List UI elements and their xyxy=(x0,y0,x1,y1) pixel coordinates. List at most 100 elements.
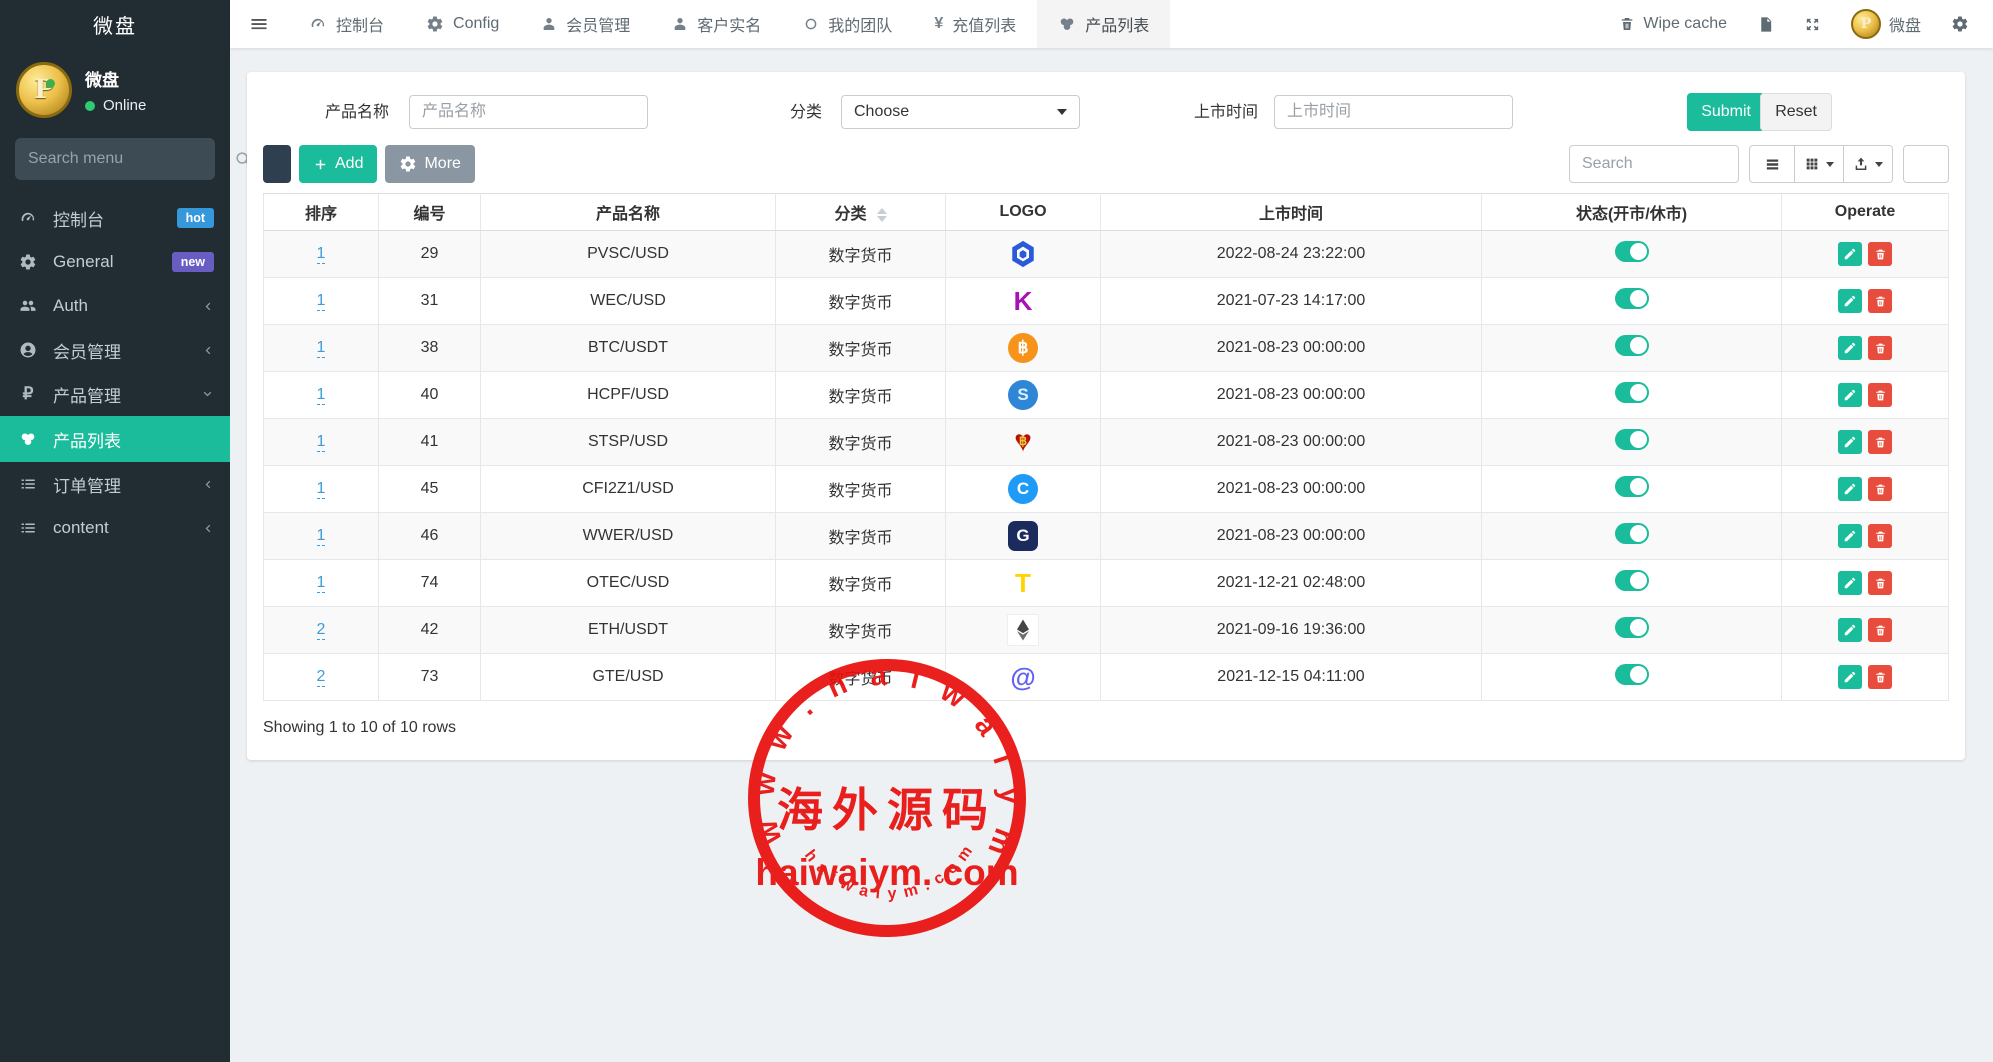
sort-carets-icon[interactable] xyxy=(877,208,887,222)
submit-button[interactable]: Submit xyxy=(1687,93,1765,131)
export-icon xyxy=(1853,156,1869,172)
status-toggle-on[interactable] xyxy=(1615,382,1649,403)
nav-tab-充值列表[interactable]: ¥充值列表 xyxy=(913,0,1037,48)
sidebar-item-产品列表[interactable]: 产品列表 xyxy=(0,416,230,462)
delete-button[interactable] xyxy=(1868,242,1892,266)
edit-button[interactable] xyxy=(1838,524,1862,548)
edit-button[interactable] xyxy=(1838,477,1862,501)
edit-button[interactable] xyxy=(1838,336,1862,360)
nav-tab-我的团队[interactable]: 我的团队 xyxy=(782,0,913,48)
cell-listing-time: 2021-08-23 00:00:00 xyxy=(1101,466,1482,513)
sort-value-link[interactable]: 2 xyxy=(317,668,326,687)
column-header-label: LOGO xyxy=(999,203,1046,220)
edit-button[interactable] xyxy=(1838,430,1862,454)
cell-listing-time: 2021-08-23 00:00:00 xyxy=(1101,419,1482,466)
sort-value-link[interactable]: 1 xyxy=(317,386,326,405)
paging-toggle-icon[interactable] xyxy=(1749,145,1795,183)
delete-button[interactable] xyxy=(1868,618,1892,642)
edit-button[interactable] xyxy=(1838,571,1862,595)
export-dropdown-button[interactable] xyxy=(1844,145,1893,183)
cell-operate xyxy=(1782,325,1949,372)
edit-button[interactable] xyxy=(1838,289,1862,313)
sort-value-link[interactable]: 1 xyxy=(317,245,326,264)
columns-dropdown-button[interactable] xyxy=(1795,145,1844,183)
status-toggle-on[interactable] xyxy=(1615,335,1649,356)
delete-button[interactable] xyxy=(1868,289,1892,313)
cell-product-name: OTEC/USD xyxy=(481,560,776,607)
listing-time-input[interactable] xyxy=(1274,95,1513,129)
table-search-input[interactable] xyxy=(1569,145,1739,183)
sidebar-item-产品管理[interactable]: ₽产品管理 xyxy=(0,372,230,416)
brand-title: 微盘 xyxy=(0,0,230,48)
sidebar-search-input[interactable] xyxy=(28,150,235,168)
add-button[interactable]: Add xyxy=(299,145,377,183)
sort-value-link[interactable]: 2 xyxy=(317,621,326,640)
otec-t-logo: T xyxy=(1008,568,1038,598)
sidebar-item-会员管理[interactable]: 会员管理 xyxy=(0,328,230,372)
nav-tab-产品列表[interactable]: 产品列表 xyxy=(1037,0,1170,48)
sort-value-link[interactable]: 1 xyxy=(317,339,326,358)
cell-sort: 1 xyxy=(264,278,379,325)
sidebar-item-订单管理[interactable]: 订单管理 xyxy=(0,462,230,506)
fullscreen-icon[interactable] xyxy=(1804,16,1821,33)
edit-button[interactable] xyxy=(1838,242,1862,266)
user-icon xyxy=(672,16,688,32)
language-icon[interactable] xyxy=(1757,16,1774,33)
wipe-cache-button[interactable]: Wipe cache xyxy=(1619,15,1727,33)
column-header-label: 上市时间 xyxy=(1259,206,1323,223)
gears-icon[interactable] xyxy=(1951,15,1969,33)
nav-tab-会员管理[interactable]: 会员管理 xyxy=(520,0,651,48)
refresh-button[interactable] xyxy=(263,145,291,183)
sidebar-item-label: 产品管理 xyxy=(53,382,121,407)
edit-button[interactable] xyxy=(1838,618,1862,642)
pvsc-hexagon-logo xyxy=(1008,239,1038,269)
navbar-user[interactable]: P 微盘 xyxy=(1851,9,1921,39)
gear-icon xyxy=(399,155,417,173)
delete-button[interactable] xyxy=(1868,571,1892,595)
chevron-left-icon xyxy=(201,478,214,491)
delete-button[interactable] xyxy=(1868,430,1892,454)
delete-button[interactable] xyxy=(1868,336,1892,360)
sort-value-link[interactable]: 1 xyxy=(317,433,326,452)
cell-product-name: PVSC/USD xyxy=(481,231,776,278)
gauge-icon xyxy=(16,209,40,227)
sort-value-link[interactable]: 1 xyxy=(317,527,326,546)
nav-tab-控制台[interactable]: 控制台 xyxy=(288,0,405,48)
edit-button[interactable] xyxy=(1838,383,1862,407)
reset-button[interactable]: Reset xyxy=(1760,93,1832,131)
status-toggle-on[interactable] xyxy=(1615,476,1649,497)
sidebar-item-label: Auth xyxy=(53,296,88,316)
sidebar-item-General[interactable]: Generalnew xyxy=(0,240,230,284)
edit-button[interactable] xyxy=(1838,665,1862,689)
hamburger-menu-icon[interactable] xyxy=(230,0,288,48)
status-toggle-on[interactable] xyxy=(1615,570,1649,591)
sort-value-link[interactable]: 1 xyxy=(317,292,326,311)
delete-button[interactable] xyxy=(1868,665,1892,689)
nav-tab-客户实名[interactable]: 客户实名 xyxy=(651,0,782,48)
delete-button[interactable] xyxy=(1868,524,1892,548)
column-header-4[interactable]: 分类 xyxy=(776,194,946,231)
table-row: 273GTE/USD数字货币@2021-12-15 04:11:00 xyxy=(264,654,1949,701)
delete-button[interactable] xyxy=(1868,477,1892,501)
trash-icon xyxy=(1619,16,1635,32)
nav-tab-Config[interactable]: Config xyxy=(405,0,520,48)
cell-category: 数字货币 xyxy=(776,513,946,560)
category-select[interactable]: Choose xyxy=(841,95,1080,129)
cell-category: 数字货币 xyxy=(776,607,946,654)
status-toggle-on[interactable] xyxy=(1615,664,1649,685)
sort-value-link[interactable]: 1 xyxy=(317,480,326,499)
status-toggle-on[interactable] xyxy=(1615,241,1649,262)
status-toggle-on[interactable] xyxy=(1615,523,1649,544)
sort-value-link[interactable]: 1 xyxy=(317,574,326,593)
product-name-input[interactable] xyxy=(409,95,648,129)
more-button[interactable]: More xyxy=(385,145,474,183)
sidebar-item-控制台[interactable]: 控制台hot xyxy=(0,196,230,240)
delete-button[interactable] xyxy=(1868,383,1892,407)
status-toggle-on[interactable] xyxy=(1615,429,1649,450)
sidebar-search xyxy=(15,138,215,180)
status-toggle-on[interactable] xyxy=(1615,617,1649,638)
fullscreen-search-icon[interactable] xyxy=(1903,145,1949,183)
sidebar-item-content[interactable]: content xyxy=(0,506,230,550)
status-toggle-on[interactable] xyxy=(1615,288,1649,309)
sidebar-item-Auth[interactable]: Auth xyxy=(0,284,230,328)
